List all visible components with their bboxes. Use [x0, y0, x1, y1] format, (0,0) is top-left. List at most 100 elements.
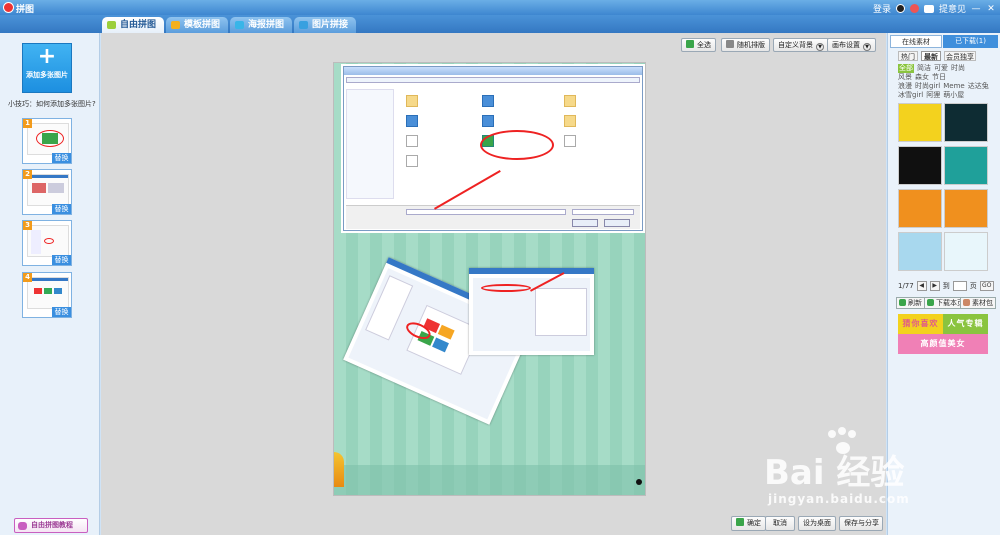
network-icon — [482, 115, 494, 127]
replace-button[interactable]: 替换 — [52, 204, 71, 214]
tab-online-materials[interactable]: 在线素材 — [890, 35, 942, 48]
poster-icon — [235, 21, 244, 29]
collage-photo-straight[interactable] — [469, 268, 594, 355]
dialog-footer — [346, 205, 640, 229]
black-dot — [636, 479, 642, 485]
image-file-icon — [564, 135, 576, 147]
sticker-thumbnail[interactable] — [898, 232, 942, 271]
thumbnail-item[interactable]: 4 替换 — [22, 272, 72, 318]
thumbnail-image — [27, 277, 69, 309]
login-link[interactable]: 登录 — [873, 2, 891, 15]
collage-photo-dialog[interactable] — [343, 66, 643, 231]
page-input[interactable] — [952, 281, 967, 291]
highlight-ellipse — [480, 130, 554, 160]
shuffle-icon — [726, 40, 734, 48]
category-item[interactable]: 达达兔 — [968, 82, 989, 91]
prev-page-button[interactable]: ◀ — [916, 281, 927, 291]
sticker-thumbnail[interactable] — [944, 189, 988, 228]
next-page-button[interactable]: ▶ — [929, 281, 940, 291]
thumbnail-item[interactable]: 2 替换 — [22, 169, 72, 215]
add-images-button[interactable]: + 添加多张图片 — [22, 43, 72, 93]
refresh-icon — [899, 299, 906, 306]
sticker-thumbnail[interactable] — [944, 103, 988, 142]
computer-icon — [406, 115, 418, 127]
close-button[interactable]: ✕ — [986, 4, 996, 14]
set-desktop-button[interactable]: 设为桌面 — [798, 516, 836, 531]
add-images-label: 添加多张图片 — [26, 71, 68, 79]
category-item[interactable]: 风景 — [898, 73, 912, 82]
sticker-thumbnail[interactable] — [944, 146, 988, 185]
thumbnail-item[interactable]: 3 替换 — [22, 220, 72, 266]
replace-button[interactable]: 替换 — [52, 153, 71, 163]
subtab-hot[interactable]: 热门 — [898, 51, 918, 61]
category-item[interactable]: Meme — [943, 82, 964, 91]
tab-free-collage[interactable]: 自由拼图 — [102, 17, 164, 33]
subtab-latest[interactable]: 最新 — [921, 51, 941, 61]
category-item[interactable]: 可爱 — [934, 64, 948, 73]
weibo-icon[interactable] — [909, 4, 919, 13]
user-icon — [564, 95, 576, 107]
flame-decoration — [334, 452, 344, 487]
subtab-vip[interactable]: 会员独享 — [944, 51, 976, 61]
minimize-button[interactable]: — — [971, 4, 981, 14]
material-pack-button[interactable]: 素材包 — [960, 297, 996, 309]
sticker-thumbnail[interactable] — [898, 189, 942, 228]
category-item[interactable]: 冰雪girl — [898, 91, 923, 100]
image-file-icon — [406, 135, 418, 147]
free-collage-icon — [107, 21, 116, 29]
thumbnail-image — [27, 123, 69, 155]
sticker-thumbnail[interactable] — [944, 232, 988, 271]
refresh-button[interactable]: 刷新 — [896, 297, 925, 309]
pagination: 1/77 ◀ ▶ 到 页 GO — [898, 281, 994, 291]
category-item[interactable]: 节日 — [932, 73, 946, 82]
qq-icon[interactable] — [895, 4, 905, 13]
custom-background-label: 自定义背景 — [778, 41, 813, 49]
tab-label: 海报拼图 — [248, 20, 285, 30]
tutorial-icon — [18, 522, 27, 530]
sticker-thumbnail[interactable] — [898, 146, 942, 185]
category-item[interactable]: 简洁 — [917, 64, 931, 73]
tab-poster-collage[interactable]: 海报拼图 — [230, 17, 292, 33]
tutorial-button[interactable]: 自由拼图教程 — [14, 518, 88, 533]
sticker-thumbnail[interactable] — [898, 103, 942, 142]
mode-tab-bar: 自由拼图 模板拼图 海报拼图 图片拼接 — [0, 15, 1000, 33]
random-layout-button[interactable]: 随机排版 — [721, 38, 770, 52]
category-item[interactable]: 森女 — [915, 73, 929, 82]
left-panel: + 添加多张图片 小技巧：如何添加多张图片? 1 替换 2 替换 3 替换 4 … — [0, 33, 100, 535]
dialog-address-bar — [346, 77, 640, 83]
replace-button[interactable]: 替换 — [52, 255, 71, 265]
select-all-button[interactable]: 全选 — [681, 38, 716, 52]
promo-popular-album[interactable]: 人气专辑 — [943, 314, 988, 334]
tab-template-collage[interactable]: 模板拼图 — [166, 17, 228, 33]
tab-downloaded[interactable]: 已下载(1) — [943, 35, 998, 48]
go-button[interactable]: GO — [979, 281, 994, 291]
control-panel-icon — [564, 115, 576, 127]
save-share-button[interactable]: 保存与分享 — [839, 516, 883, 531]
category-item[interactable]: 时尚girl — [915, 82, 940, 91]
tip-link[interactable]: 小技巧：如何添加多张图片? — [8, 99, 96, 109]
canvas-settings-button[interactable]: 画布设置 ▼ — [827, 38, 876, 52]
stitch-icon — [299, 21, 308, 29]
thumbnail-item[interactable]: 1 替换 — [22, 118, 72, 164]
plus-icon: + — [37, 44, 57, 69]
replace-button[interactable]: 替换 — [52, 307, 71, 317]
app-logo-icon — [3, 2, 14, 13]
category-item[interactable]: 阿狸 — [926, 91, 940, 100]
feedback-link[interactable]: 提意见 — [939, 2, 966, 15]
collage-canvas[interactable] — [333, 62, 646, 496]
promo-guess-you-like[interactable]: 猜你喜欢 — [898, 314, 943, 334]
custom-background-button[interactable]: 自定义背景 ▼ — [773, 38, 829, 52]
cancel-button[interactable]: 取消 — [765, 516, 795, 531]
confirm-button[interactable]: 确定 — [731, 516, 766, 531]
confirm-label: 确定 — [747, 519, 761, 527]
promo-beauty[interactable]: 高颜值美女 — [898, 334, 988, 354]
category-item[interactable]: 萌小屋 — [943, 91, 964, 100]
photo-header — [469, 268, 594, 274]
refresh-label: 刷新 — [908, 299, 922, 307]
category-item[interactable]: 浪漫 — [898, 82, 912, 91]
category-item[interactable]: 全部 — [898, 64, 914, 73]
check-icon — [736, 518, 744, 526]
thumbnail-number: 4 — [23, 273, 32, 282]
tab-image-stitch[interactable]: 图片拼接 — [294, 17, 356, 33]
category-item[interactable]: 时尚 — [951, 64, 965, 73]
